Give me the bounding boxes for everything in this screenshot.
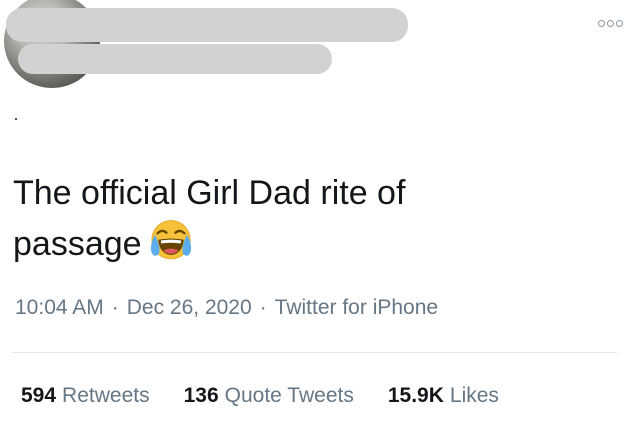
- more-dot: [607, 19, 614, 27]
- retweets-stat[interactable]: 594 Retweets: [21, 384, 150, 408]
- more-dot: [616, 19, 623, 27]
- face-with-tears-of-joy-icon: [150, 220, 191, 260]
- tweet-text: The official Girl Dad rite of passage: [13, 168, 533, 269]
- tweet-date[interactable]: Dec 26, 2020: [127, 296, 252, 319]
- divider: [12, 352, 617, 353]
- retweets-count: 594: [21, 384, 57, 407]
- quote-tweets-label: Quote Tweets: [224, 384, 354, 407]
- more-options-icon[interactable]: [598, 18, 623, 28]
- likes-stat[interactable]: 15.9K Likes: [388, 384, 499, 408]
- more-dot: [598, 19, 605, 27]
- tweet-text-body: The official Girl Dad rite of passage: [13, 174, 406, 263]
- artifact-dot: [15, 118, 17, 120]
- quote-tweets-count: 136: [183, 384, 219, 407]
- redacted-display-name: [6, 8, 408, 42]
- engagement-stats: 594 Retweets 136 Quote Tweets 15.9K Likes: [21, 384, 499, 408]
- meta-separator: ·: [259, 296, 267, 319]
- likes-label: Likes: [449, 384, 499, 407]
- tweet-time[interactable]: 10:04 AM: [15, 296, 104, 319]
- redacted-username: [18, 44, 332, 74]
- quote-tweets-stat[interactable]: 136 Quote Tweets: [184, 384, 354, 408]
- tweet-source[interactable]: Twitter for iPhone: [275, 296, 438, 319]
- likes-count: 15.9K: [387, 384, 444, 407]
- tweet-metadata: 10:04 AM · Dec 26, 2020 · Twitter for iPhone: [15, 296, 438, 320]
- retweets-label: Retweets: [62, 384, 150, 407]
- meta-separator: ·: [111, 296, 119, 319]
